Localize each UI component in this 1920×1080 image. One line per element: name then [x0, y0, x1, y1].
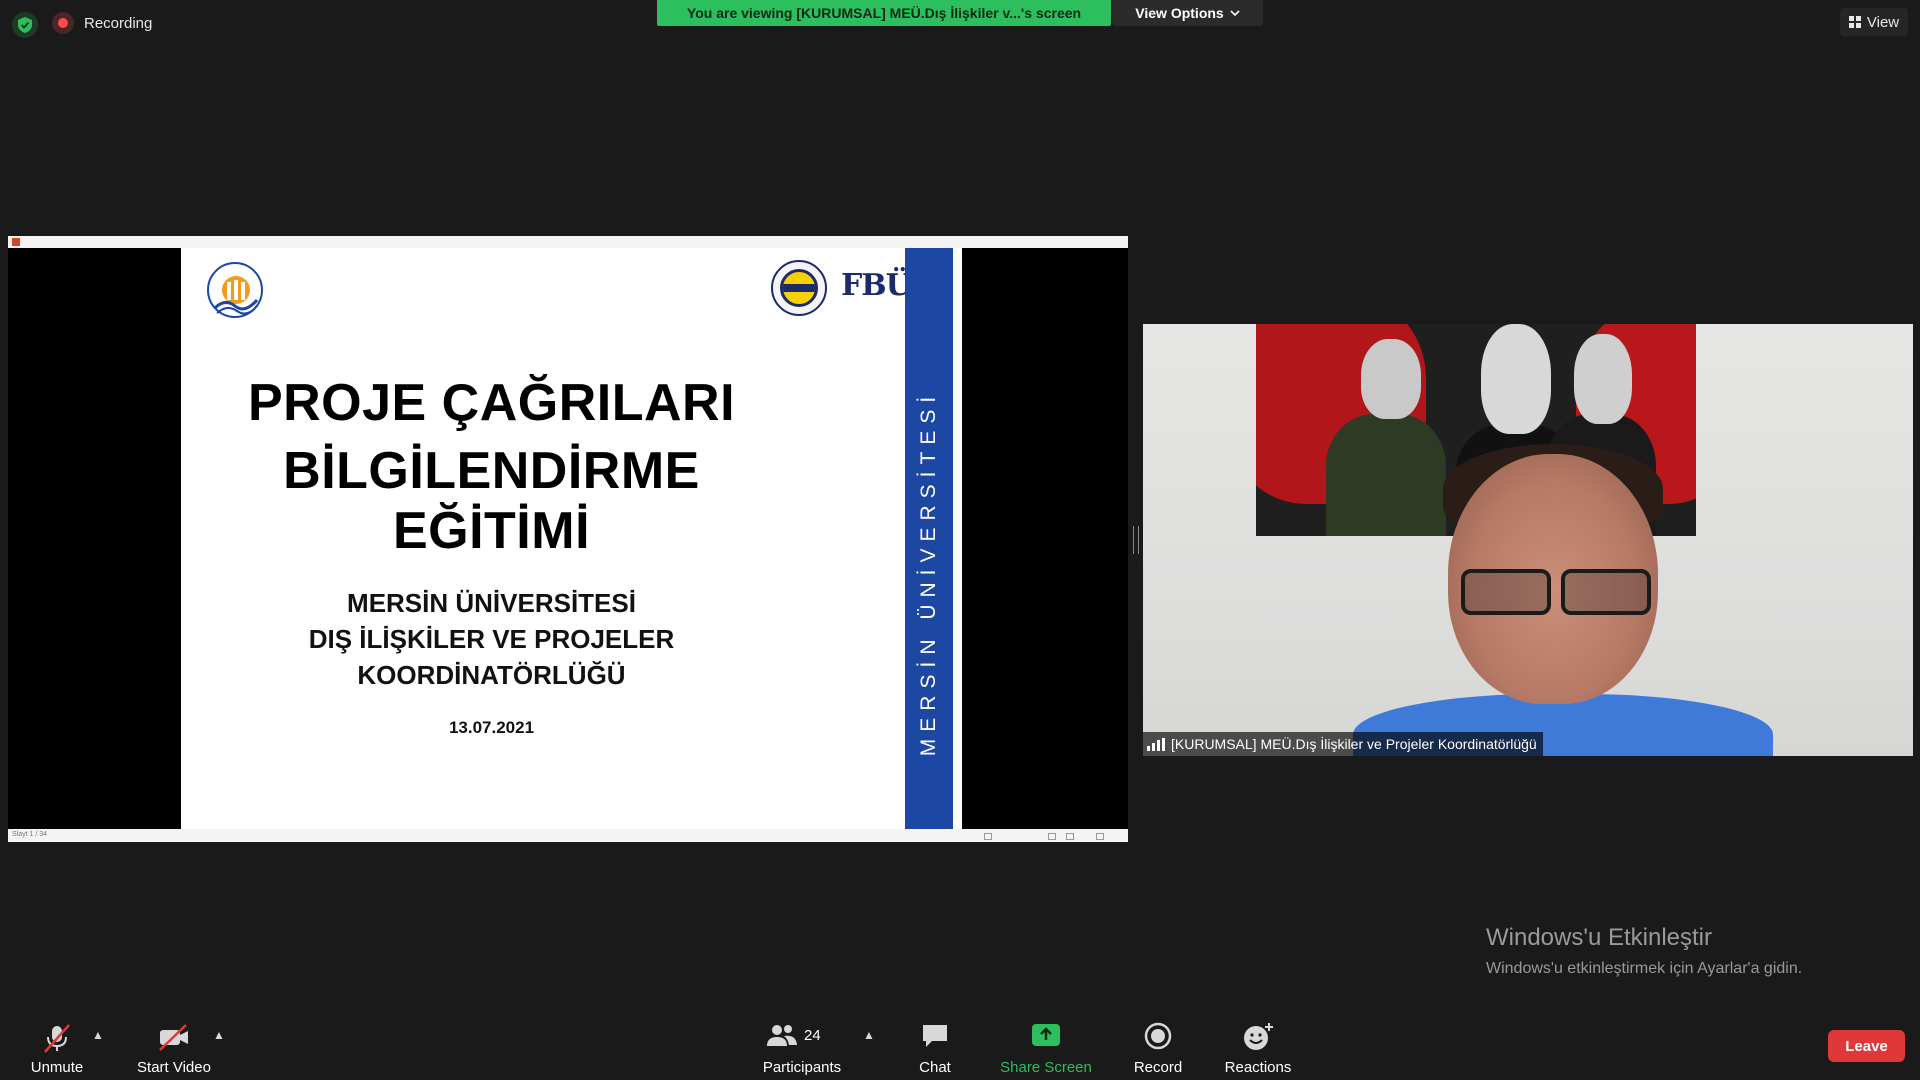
share-screen-icon [1032, 1024, 1060, 1046]
share-screen-button[interactable]: Share Screen [998, 1020, 1094, 1080]
record-button[interactable]: Record [1122, 1020, 1194, 1080]
shared-screen[interactable]: FBÜ PROJE ÇAĞRILARI BİLGİLENDİRME EĞİTİM… [8, 236, 1128, 842]
participants-icon [767, 1025, 797, 1046]
fbu-logo: FBÜ [841, 268, 912, 303]
reactions-button[interactable]: Reactions [1218, 1020, 1298, 1080]
participant-name: [KURUMSAL] MEÜ.Dış İlişkiler ve Projeler… [1171, 736, 1537, 752]
slide-sorter-icon [1066, 833, 1074, 840]
signal-strength-icon [1147, 737, 1165, 751]
viewing-screen-banner: You are viewing [KURUMSAL] MEÜ.Dış İlişk… [657, 0, 1111, 26]
activation-watermark-title: Windows'u Etkinleştir [1486, 924, 1712, 951]
view-options-button[interactable]: View Options [1112, 0, 1263, 26]
resize-handle[interactable] [1133, 526, 1139, 554]
notes-icon [984, 833, 992, 840]
participant-video-tile[interactable]: [KURUMSAL] MEÜ.Dış İlişkiler ve Projeler… [1143, 324, 1913, 756]
chat-button[interactable]: Chat [900, 1020, 970, 1080]
recording-label: Recording [84, 14, 153, 32]
normal-view-icon [1048, 833, 1056, 840]
slide-title-line2: BİLGİLENDİRME EĞİTİMİ [283, 442, 700, 560]
slide-title-line1: PROJE ÇAĞRILARI [247, 374, 736, 432]
slide-counter: Slayt 1 / 34 [12, 831, 48, 838]
unmute-label: Unmute [30, 1059, 84, 1076]
fbu-logo-text: FBÜ [841, 268, 912, 303]
slide-subtitle-line2: DIŞ İLİŞKİLER VE PROJELER [308, 624, 675, 654]
chat-bubble-icon [923, 1025, 947, 1047]
slide-subtitle-line3: KOORDİNATÖRLÜĞÜ [357, 660, 626, 690]
slide-date: 13.07.2021 [448, 718, 535, 737]
record-label: Record [1133, 1059, 1183, 1076]
powerpoint-status-bar: Slayt 1 / 34 [8, 829, 1128, 842]
participant-name-tag: [KURUMSAL] MEÜ.Dış İlişkiler ve Projeler… [1143, 732, 1543, 756]
microphone-muted-icon [44, 1024, 70, 1053]
reactions-label: Reactions [1224, 1059, 1292, 1076]
grid-view-icon [1848, 16, 1861, 28]
slide-subtitle-line1: MERSİN ÜNİVERSİTESİ [347, 588, 636, 618]
start-video-label: Start Video [137, 1059, 211, 1076]
unmute-button[interactable]: Unmute [20, 1020, 94, 1080]
chat-label: Chat [919, 1059, 951, 1076]
chevron-down-icon [1230, 10, 1240, 16]
video-options-caret-icon[interactable]: ▲ [213, 1028, 225, 1042]
slide-side-band-text: MERSİN ÜNİVERSİTESİ [917, 389, 940, 757]
view-label: View [1866, 13, 1900, 31]
participants-label: Participants [762, 1059, 842, 1076]
fenerbahce-logo [771, 260, 827, 316]
participants-count: 24 [804, 1026, 821, 1044]
reactions-smiley-icon [1244, 1023, 1273, 1050]
record-icon [1144, 1022, 1172, 1050]
share-screen-label: Share Screen [1000, 1059, 1092, 1076]
presentation-slide: FBÜ PROJE ÇAĞRILARI BİLGİLENDİRME EĞİTİM… [181, 248, 962, 829]
mersin-university-logo [207, 262, 263, 318]
participant-glasses [1461, 569, 1651, 615]
participants-options-caret-icon[interactable]: ▲ [863, 1028, 875, 1042]
view-options-label: View Options [1135, 5, 1224, 21]
video-camera-off-icon [159, 1024, 188, 1051]
participants-button[interactable]: 24 Participants [756, 1020, 848, 1080]
recording-indicator[interactable]: Recording [52, 12, 152, 34]
security-shield-icon[interactable] [12, 12, 38, 38]
leave-button[interactable]: Leave [1828, 1030, 1905, 1062]
start-video-button[interactable]: Start Video [126, 1020, 222, 1080]
slideshow-icon [1096, 833, 1104, 840]
audio-options-caret-icon[interactable]: ▲ [92, 1028, 104, 1042]
view-button[interactable]: View [1840, 8, 1908, 36]
activation-watermark-subtitle: Windows'u etkinleştirmek için Ayarlar'a … [1486, 960, 1803, 977]
powerpoint-title-bar [8, 236, 1128, 248]
powerpoint-icon [12, 238, 20, 246]
recording-icon [52, 12, 74, 34]
